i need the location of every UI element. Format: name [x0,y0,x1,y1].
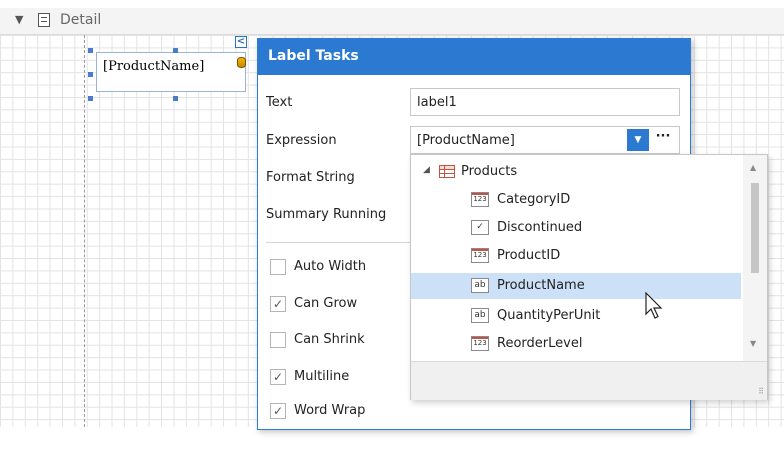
auto-width-checkbox[interactable] [270,259,286,275]
field-tree: ◢ Products 123 CategoryID ✓ Discontinued… [411,155,743,361]
field-name: CategoryID [497,192,571,207]
field-name: ReorderLevel [497,336,583,351]
field-name: Discontinued [497,220,583,235]
list-item-selected[interactable]: ab ProductName [411,273,741,299]
collapse-arrow-icon[interactable]: ▼ [15,13,23,26]
left-margin-line [84,35,85,427]
list-item[interactable]: 123 CategoryID [411,187,741,213]
resize-handle[interactable] [88,48,93,53]
resize-handle[interactable] [173,48,178,53]
auto-width-label: Auto Width [294,259,367,274]
smart-tag-button[interactable]: < [235,36,247,48]
expand-arrow-icon[interactable]: ◢ [423,165,430,175]
vertical-scrollbar[interactable]: ▲ ▼ [743,155,767,361]
string-field-icon: ab [471,308,489,323]
resize-grip-icon[interactable]: ⠿ [758,387,764,396]
word-wrap-checkbox[interactable]: ✓ [270,403,286,419]
field-list-dropdown: ◢ Products 123 CategoryID ✓ Discontinued… [410,154,768,400]
band-title: Detail [60,12,102,28]
boolean-field-icon: ✓ [471,220,489,235]
label-control[interactable]: [ProductName] [96,52,246,92]
list-item[interactable]: ✓ Discontinued [411,215,741,241]
band-icon [38,13,50,27]
string-field-icon: ab [471,278,489,293]
panel-title: Label Tasks [268,48,359,64]
tree-node-products[interactable]: ◢ Products [411,159,741,185]
detail-band-header[interactable]: ▼ Detail [0,8,784,35]
field-name: QuantityPerUnit [497,308,601,323]
database-binding-icon [237,57,246,68]
ellipsis-icon[interactable]: ··· [653,129,673,151]
can-grow-label: Can Grow [294,296,358,311]
dropdown-footer: ⠿ [411,361,767,400]
word-wrap-label: Word Wrap [294,403,366,418]
resize-handle[interactable] [88,96,93,101]
scroll-thumb[interactable] [751,183,759,273]
list-item[interactable]: 123 ProductID [411,243,741,269]
numeric-field-icon: 123 [471,192,489,207]
panel-header: Label Tasks [258,39,690,75]
multiline-label: Multiline [294,369,350,384]
expression-combo[interactable]: [ProductName] ▼ ··· [410,126,680,154]
can-shrink-checkbox[interactable] [270,332,286,348]
resize-handle[interactable] [173,96,178,101]
can-grow-checkbox[interactable]: ✓ [270,296,286,312]
text-input[interactable]: label1 [410,88,680,116]
list-item[interactable]: ab QuantityPerUnit [411,303,741,329]
can-shrink-label: Can Shrink [294,332,365,347]
field-name: ProductID [497,248,561,263]
label-control-text: [ProductName] [103,59,205,74]
resize-handle[interactable] [88,72,93,77]
expression-value: [ProductName] [417,133,515,148]
scroll-down-icon[interactable]: ▼ [750,339,756,348]
surface-bottom [0,427,784,450]
field-name: ProductName [497,278,585,293]
numeric-field-icon: 123 [471,336,489,351]
mouse-cursor-icon [645,292,663,319]
table-icon [439,165,455,178]
dropdown-arrow-icon[interactable]: ▼ [627,129,649,151]
scroll-up-icon[interactable]: ▲ [750,163,756,172]
multiline-checkbox[interactable]: ✓ [270,369,286,385]
format-string-label: Format String [266,170,355,185]
list-item[interactable]: 123 ReorderLevel [411,331,741,357]
expression-label: Expression [266,133,337,148]
summary-running-label: Summary Running [266,207,387,222]
tree-node-label: Products [461,164,518,179]
numeric-field-icon: 123 [471,248,489,263]
text-label: Text [266,95,293,110]
